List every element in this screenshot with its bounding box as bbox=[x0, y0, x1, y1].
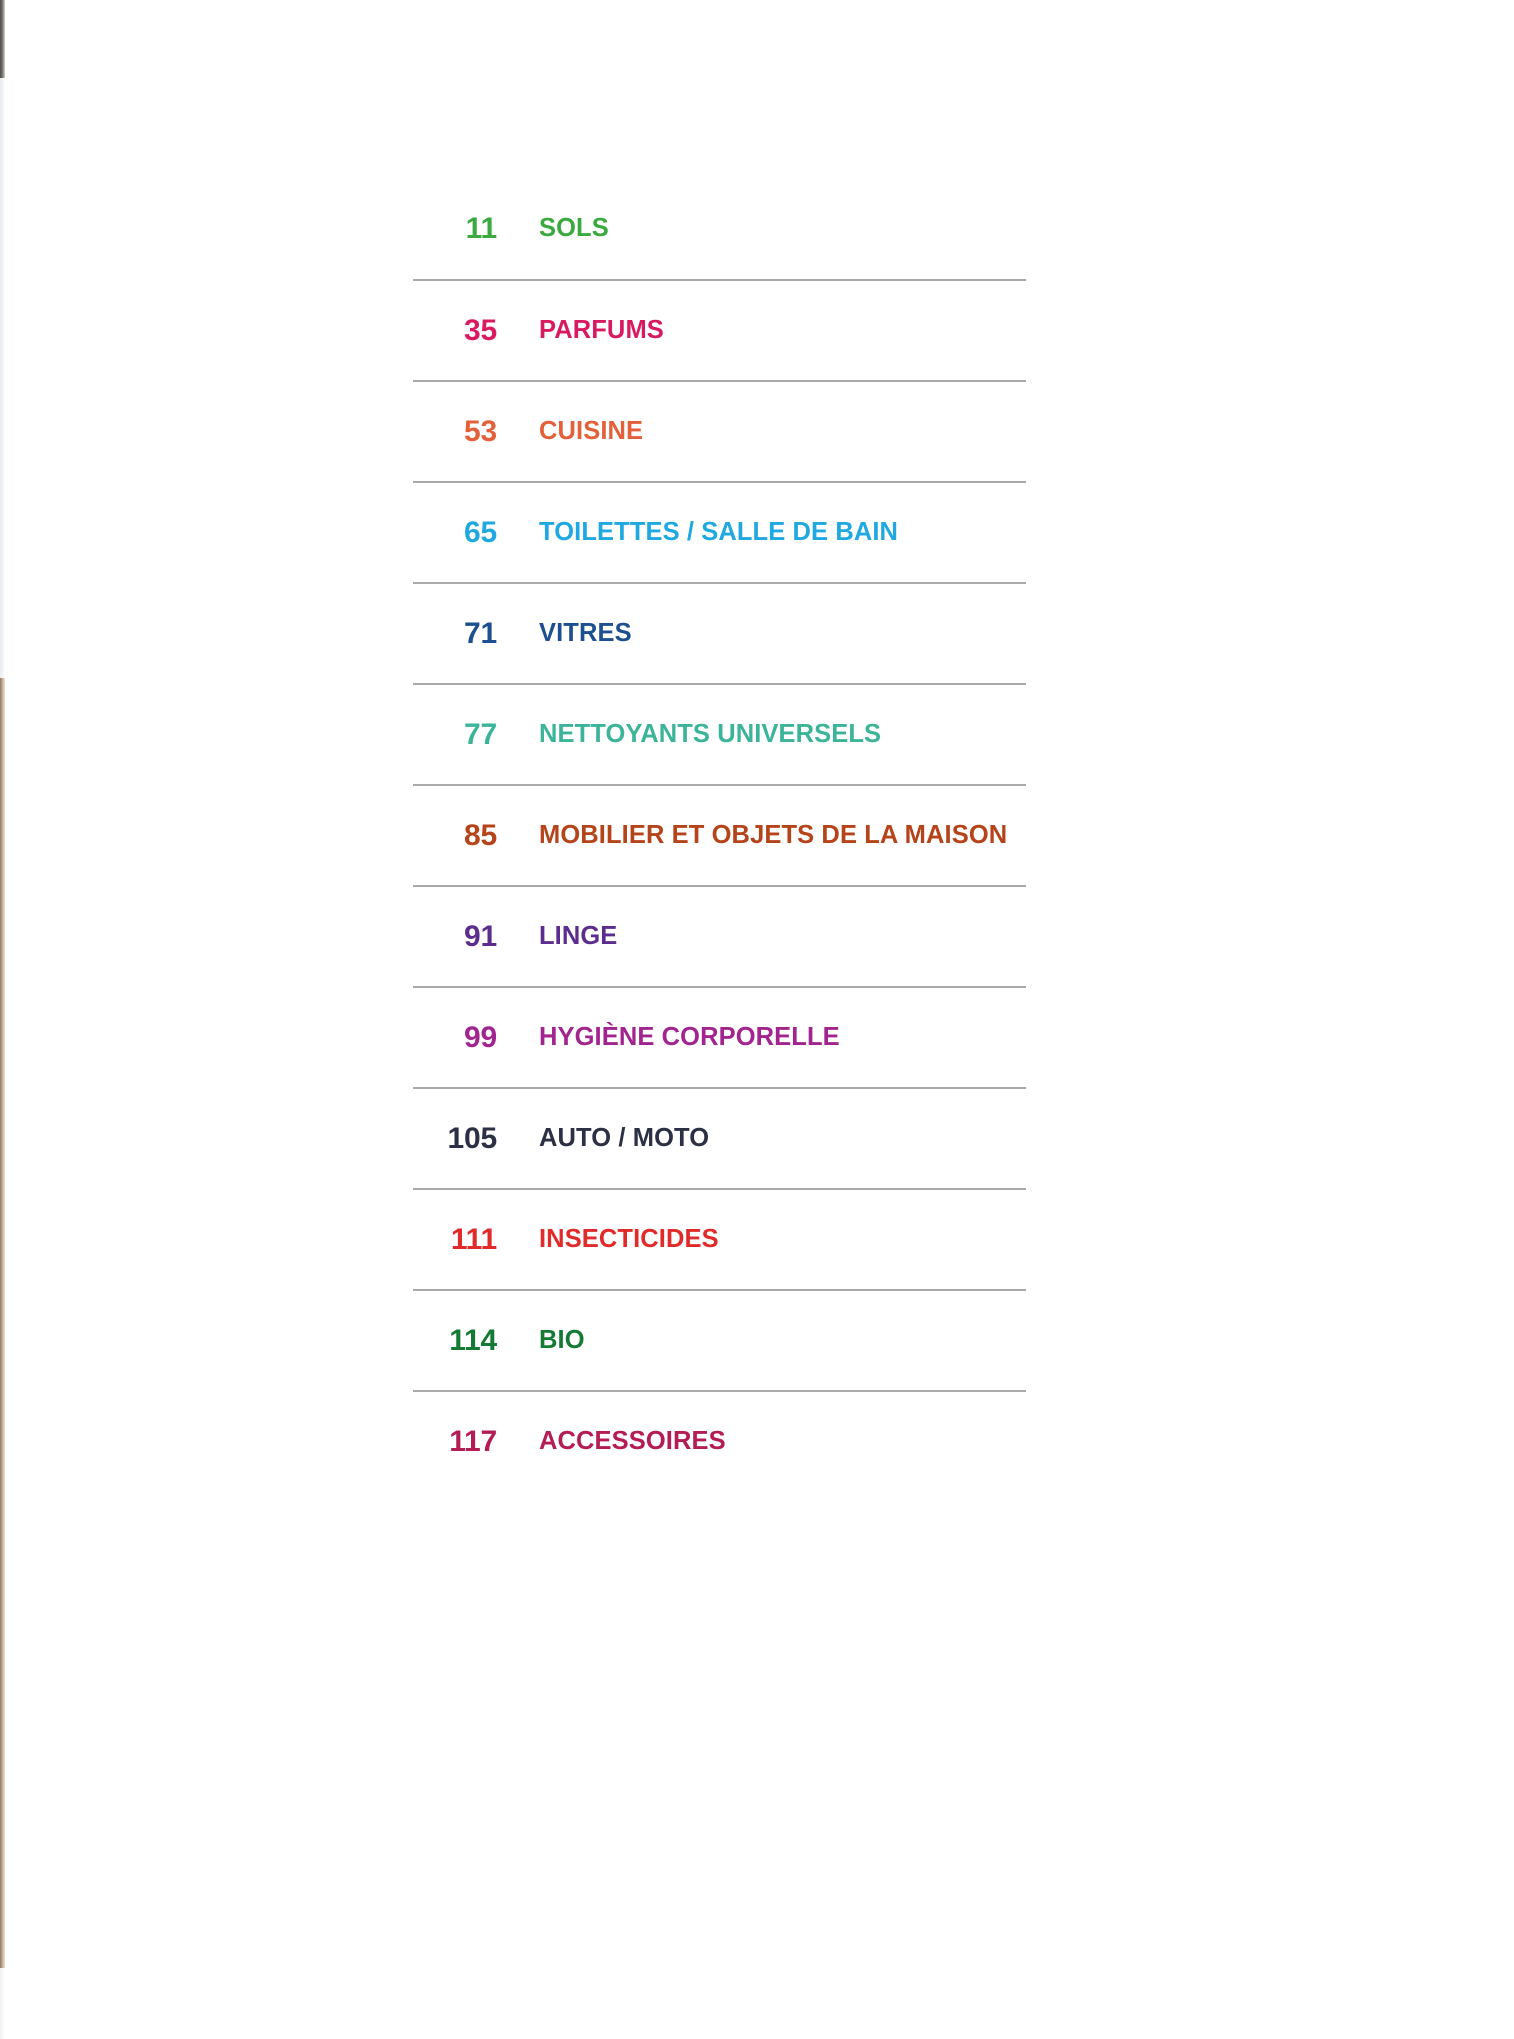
scan-artifact-lower bbox=[0, 678, 5, 1968]
toc-entry-title: TOILETTES / SALLE DE BAIN bbox=[539, 518, 899, 546]
toc-entry-title: ACCESSOIRES bbox=[539, 1427, 726, 1455]
toc-entry[interactable]: 77 NETTOYANTS UNIVERSELS bbox=[413, 683, 1026, 784]
scan-artifact-middle bbox=[0, 78, 4, 678]
toc-entry-page-number: 91 bbox=[464, 919, 497, 953]
toc-entry[interactable]: 91 LINGE bbox=[413, 885, 1026, 986]
toc-entry[interactable]: 105 AUTO / MOTO bbox=[413, 1087, 1026, 1188]
toc-entry-page-number: 105 bbox=[447, 1121, 498, 1155]
toc-entry[interactable]: 53 CUISINE bbox=[413, 380, 1026, 481]
toc-entry[interactable]: 99 HYGIÈNE CORPORELLE bbox=[413, 986, 1026, 1087]
toc-entry-page-number: 77 bbox=[464, 717, 497, 751]
toc-entry[interactable]: 114 BIO bbox=[413, 1289, 1026, 1390]
toc-entry[interactable]: 111 INSECTICIDES bbox=[413, 1188, 1026, 1289]
toc-entry-page-number: 85 bbox=[464, 818, 497, 852]
toc-entry-title: HYGIÈNE CORPORELLE bbox=[539, 1023, 840, 1051]
toc-entry-page-number: 53 bbox=[464, 414, 497, 448]
scan-artifact-bottom bbox=[0, 1968, 4, 2039]
toc-entry-page-number: 99 bbox=[464, 1020, 497, 1054]
table-of-contents: 11 SOLS 35 PARFUMS 53 CUISINE 65 TOILETTES / SA… bbox=[413, 178, 1026, 1491]
toc-entry-page-number: 65 bbox=[464, 515, 497, 549]
toc-entry-title: NETTOYANTS UNIVERSELS bbox=[539, 720, 882, 748]
toc-entry[interactable]: 85 MOBILIER ET OBJETS DE LA MAISON bbox=[413, 784, 1026, 885]
toc-entry[interactable]: 35 PARFUMS bbox=[413, 279, 1026, 380]
toc-entry-page-number: 114 bbox=[449, 1323, 497, 1357]
toc-entry-title: BIO bbox=[539, 1326, 585, 1354]
toc-entry[interactable]: 117 ACCESSOIRES bbox=[413, 1390, 1026, 1491]
toc-entry-title: LINGE bbox=[539, 922, 618, 950]
toc-entry-title: VITRES bbox=[539, 619, 632, 647]
scan-artifact-top bbox=[0, 0, 5, 78]
toc-entry-title: MOBILIER ET OBJETS DE LA MAISON bbox=[539, 821, 1008, 849]
toc-entry-page-number: 71 bbox=[464, 616, 497, 650]
toc-entry[interactable]: 71 VITRES bbox=[413, 582, 1026, 683]
toc-entry-title: AUTO / MOTO bbox=[539, 1124, 710, 1152]
toc-entry-page-number: 117 bbox=[449, 1424, 497, 1458]
toc-entry-page-number: 111 bbox=[450, 1222, 497, 1256]
toc-entry-page-number: 35 bbox=[464, 313, 497, 347]
toc-entry[interactable]: 11 SOLS bbox=[413, 178, 1026, 279]
toc-entry-title: SOLS bbox=[539, 214, 609, 242]
toc-entry-page-number: 11 bbox=[465, 211, 498, 245]
toc-entry-title: PARFUMS bbox=[539, 316, 664, 344]
toc-entry-title: INSECTICIDES bbox=[539, 1225, 719, 1253]
toc-entry-title: CUISINE bbox=[539, 417, 644, 445]
toc-entry[interactable]: 65 TOILETTES / SALLE DE BAIN bbox=[413, 481, 1026, 582]
